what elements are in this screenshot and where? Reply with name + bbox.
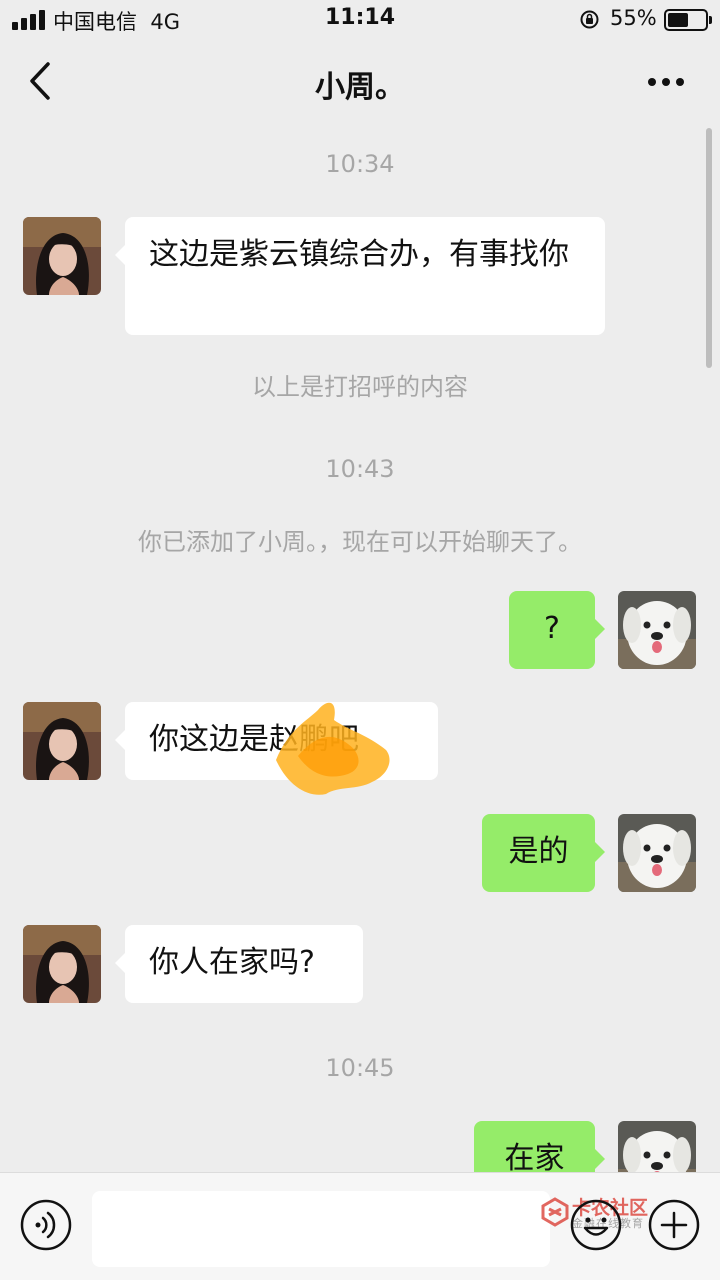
emoji-icon[interactable] — [570, 1199, 622, 1251]
battery-percent: 55% — [610, 6, 657, 30]
orientation-lock-icon — [580, 10, 599, 29]
my-avatar[interactable] — [618, 814, 696, 892]
watermark-logo-icon — [541, 1197, 569, 1227]
plus-icon[interactable] — [648, 1199, 700, 1251]
incoming-message-bubble[interactable]: 你人在家吗? — [115, 925, 363, 1003]
status-bar: 中国电信 4G 11:14 55% — [0, 0, 720, 40]
my-avatar[interactable] — [618, 591, 696, 669]
outgoing-message-bubble[interactable]: 是的 — [482, 814, 605, 892]
system-notice: 以上是打招呼的内容 — [252, 373, 468, 401]
incoming-message-bubble[interactable]: 这边是紫云镇综合办，有事找你 — [115, 217, 605, 335]
system-notice: 你已添加了小周。，现在可以开始聊天了。 — [138, 528, 582, 556]
redaction-scribble — [276, 702, 390, 795]
contact-avatar[interactable] — [23, 702, 101, 780]
timestamp: 10:45 — [325, 1054, 395, 1082]
contact-avatar[interactable] — [23, 925, 101, 1003]
battery-icon — [664, 9, 712, 31]
timestamp: 10:34 — [325, 150, 395, 178]
timestamp: 10:43 — [325, 455, 395, 483]
chat-header: 小周。 — [0, 40, 720, 124]
outgoing-message-bubble[interactable]: ? — [509, 591, 605, 669]
chat-title: 小周。 — [315, 70, 405, 105]
voice-input-icon[interactable] — [20, 1199, 72, 1251]
more-dots-icon[interactable] — [642, 68, 690, 96]
contact-avatar[interactable] — [23, 217, 101, 295]
message-input-bar: 卡农社区 金融在线教育 — [0, 1172, 720, 1280]
message-text-input[interactable] — [92, 1191, 550, 1267]
